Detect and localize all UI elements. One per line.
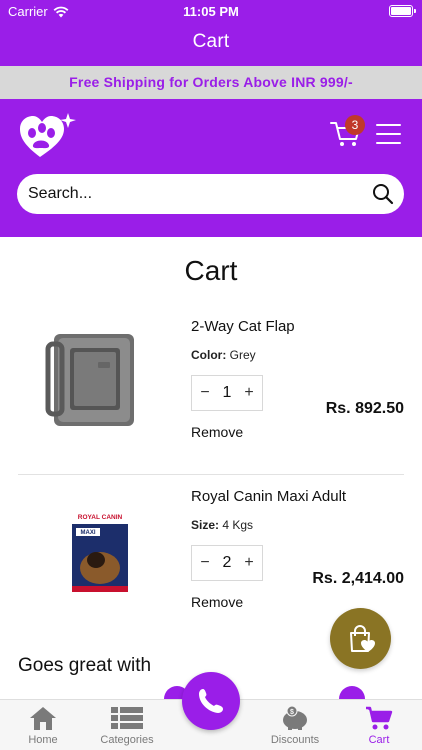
attr-value: Grey xyxy=(229,348,256,362)
nav-title: Cart xyxy=(192,31,230,52)
attr-value: 4 Kgs xyxy=(222,518,254,532)
piggy-bank-icon: $ xyxy=(283,705,307,730)
section-heading: Goes great with xyxy=(18,655,152,676)
food-brand-label: ROYAL CANIN xyxy=(78,514,123,521)
decrement-button[interactable]: − xyxy=(200,384,210,402)
battery-icon xyxy=(389,5,416,17)
app-header: 3 xyxy=(0,99,422,237)
quantity-value: 2 xyxy=(222,554,232,571)
top-bar: Carrier 11:05 PM Cart xyxy=(0,0,422,66)
quantity-stepper: − 2 + xyxy=(191,545,263,581)
cart-count-badge: 3 xyxy=(345,115,365,135)
item-price: Rs. 2,414.00 xyxy=(312,570,404,587)
quantity-value: 1 xyxy=(222,384,232,401)
tab-home[interactable]: Home xyxy=(20,700,66,750)
tab-cart-label: Cart xyxy=(368,734,390,746)
item-name: 2-Way Cat Flap xyxy=(191,318,295,335)
decrement-button[interactable]: − xyxy=(200,554,210,572)
call-button[interactable] xyxy=(182,672,240,730)
remove-button[interactable]: Remove xyxy=(191,424,243,440)
increment-button[interactable]: + xyxy=(244,554,254,572)
item-name: Royal Canin Maxi Adult xyxy=(191,488,347,505)
tab-categories[interactable]: Categories xyxy=(92,700,162,750)
status-bar: Carrier 11:05 PM xyxy=(0,0,422,22)
phone-icon xyxy=(199,689,223,713)
categories-icon xyxy=(111,707,143,729)
home-icon xyxy=(30,707,56,730)
item-attribute: Size: 4 Kgs xyxy=(191,518,253,532)
cart-tab-icon xyxy=(366,706,393,730)
cat-flap-image xyxy=(45,334,134,426)
menu-icon[interactable] xyxy=(376,124,401,144)
item-price: Rs. 892.50 xyxy=(325,400,404,417)
increment-button[interactable]: + xyxy=(244,384,254,402)
svg-text:$: $ xyxy=(290,709,294,716)
quantity-stepper: − 1 + xyxy=(191,375,263,411)
attr-label: Color: xyxy=(191,348,227,362)
cart-item: 2-Way Cat Flap Color: Grey − 1 + Rs. 892… xyxy=(18,310,404,475)
item-attribute: Color: Grey xyxy=(191,348,256,362)
attr-label: Size: xyxy=(191,518,220,532)
food-range-label: MAXI xyxy=(81,530,96,536)
page-title: Cart xyxy=(184,255,238,286)
search-input[interactable] xyxy=(28,174,358,214)
tab-discounts-label: Discounts xyxy=(270,734,320,746)
shopping-bag-heart-icon xyxy=(350,625,375,652)
tab-categories-label: Categories xyxy=(100,734,154,746)
status-time: 11:05 PM xyxy=(183,4,239,19)
tab-home-label: Home xyxy=(28,734,58,746)
tab-discounts[interactable]: $ Discounts xyxy=(262,700,328,750)
paw-heart-logo[interactable] xyxy=(18,111,78,161)
tab-cart[interactable]: Cart xyxy=(356,700,402,750)
search-bar xyxy=(17,174,404,214)
dog-food-image: ROYAL CANIN MAXI xyxy=(72,506,128,592)
shipping-banner: Free Shipping for Orders Above INR 999/- xyxy=(0,66,422,99)
remove-button[interactable]: Remove xyxy=(191,594,243,610)
search-icon[interactable] xyxy=(372,183,394,205)
wishlist-bag-button[interactable] xyxy=(330,608,391,669)
